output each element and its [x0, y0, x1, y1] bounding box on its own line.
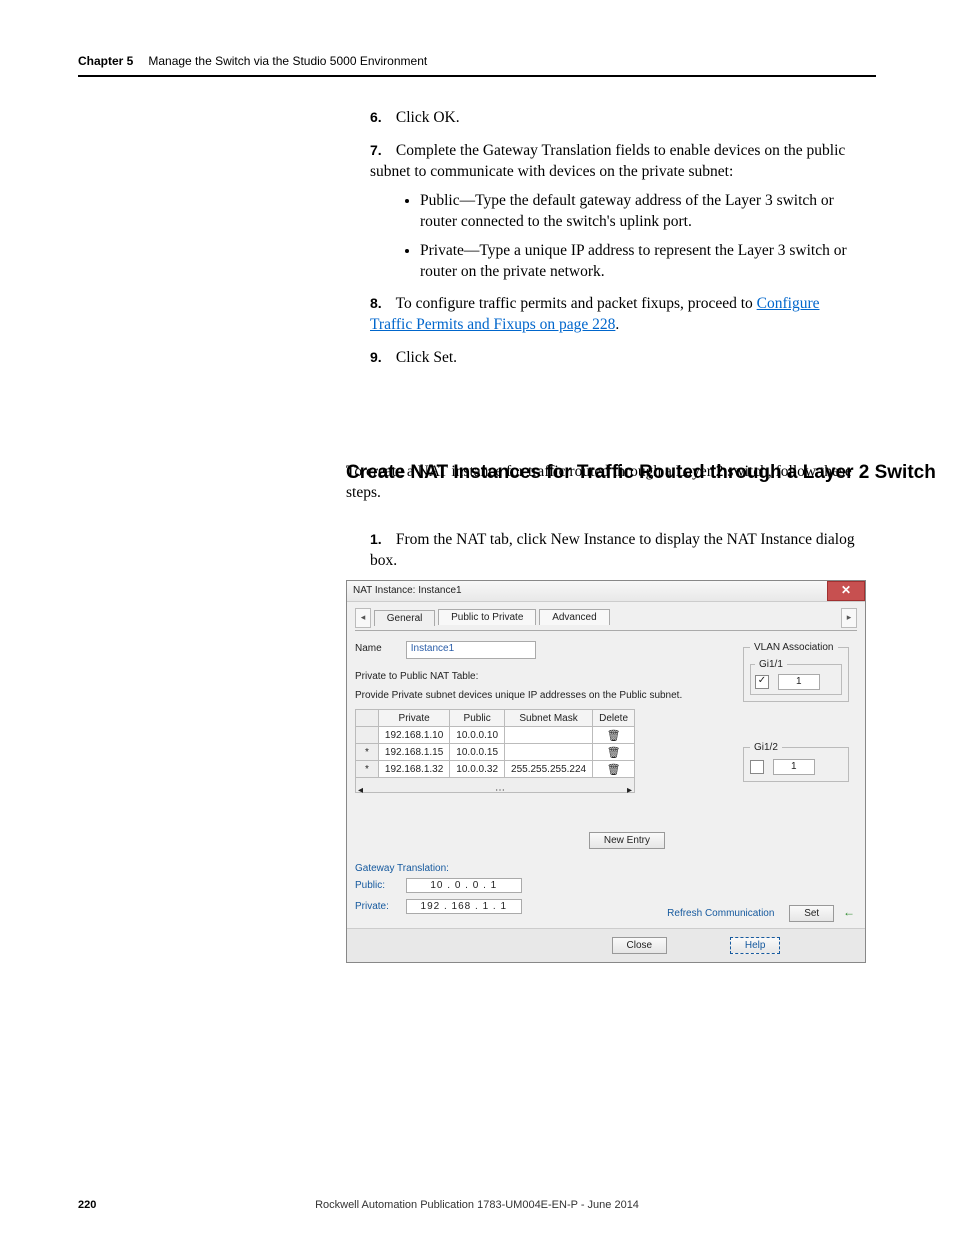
step-number-7: 7. [370, 141, 392, 160]
nat-instance-dialog-screenshot: NAT Instance: Instance1 ✕ ◂ General Publ… [346, 580, 866, 963]
tab-scroll-left[interactable]: ◂ [355, 608, 371, 628]
body-content: 6. Click OK. 7. Complete the Gateway Tra… [370, 108, 864, 381]
gw-public-label: Public: [355, 880, 403, 891]
trash-icon[interactable]: 🗑 [593, 727, 635, 744]
tab-public-to-private[interactable]: Public to Private [438, 609, 536, 625]
step-number-8: 8. [370, 294, 392, 313]
step-text-6: Click OK. [396, 109, 460, 126]
step-number-1: 1. [370, 530, 392, 549]
chapter-label: Chapter 5 [78, 54, 133, 68]
bullet-7a: Public—Type the default gateway address … [420, 191, 864, 233]
step-text-7: Complete the Gateway Translation fields … [370, 142, 845, 180]
table-row[interactable]: * 192.168.1.15 10.0.0.15 🗑 [356, 744, 635, 761]
help-button[interactable]: Help [730, 937, 781, 954]
name-label: Name [355, 643, 403, 654]
col-delete: Delete [593, 710, 635, 727]
new-entry-button[interactable]: New Entry [589, 832, 665, 849]
tab-general[interactable]: General [374, 610, 436, 626]
section-intro: To create a NAT instance for traffic rou… [346, 462, 864, 504]
header-rule [78, 75, 876, 77]
col-public: Public [450, 710, 505, 727]
col-mask: Subnet Mask [505, 710, 593, 727]
step-text-1: From the NAT tab, click New Instance to … [370, 531, 855, 569]
gi11-vlan-value[interactable]: 1 [778, 674, 820, 690]
refresh-communication-link[interactable]: Refresh Communication [667, 908, 774, 919]
gateway-translation-label: Gateway Translation: [355, 863, 857, 874]
gw-private-label: Private: [355, 901, 403, 912]
trash-icon[interactable]: 🗑 [593, 761, 635, 778]
table-row[interactable]: 192.168.1.10 10.0.0.10 🗑 [356, 727, 635, 744]
step-text-9: Click Set. [396, 349, 457, 366]
tab-scroll-right[interactable]: ▸ [841, 608, 857, 628]
col-private: Private [378, 710, 449, 727]
dialog-title: NAT Instance: Instance1 [353, 585, 462, 596]
step-number-6: 6. [370, 108, 392, 127]
vlan-association-group: VLAN Association Gi1/1 ✓ 1 [743, 642, 849, 702]
gi11-legend: Gi1/1 [755, 659, 787, 670]
gi12-vlan-value[interactable]: 1 [773, 759, 815, 775]
gi12-checkbox[interactable] [750, 760, 764, 774]
dialog-titlebar: NAT Instance: Instance1 ✕ [347, 581, 865, 602]
step-text-8a: To configure traffic permits and packet … [396, 295, 757, 312]
table-scrollbar[interactable]: ◂⋯▸ [356, 778, 635, 793]
gi12-legend: Gi1/2 [750, 742, 782, 753]
step-text-8b: . [615, 316, 619, 333]
gw-public-input[interactable]: 10 . 0 . 0 . 1 [406, 878, 522, 893]
name-input[interactable]: Instance1 [406, 641, 536, 659]
close-icon[interactable]: ✕ [827, 581, 865, 601]
vlan-association-legend: VLAN Association [750, 642, 838, 653]
nat-table: Private Public Subnet Mask Delete 192.16… [355, 709, 635, 793]
publication-info: Rockwell Automation Publication 1783-UM0… [78, 1199, 876, 1211]
chapter-title: Manage the Switch via the Studio 5000 En… [148, 54, 427, 68]
table-row[interactable]: * 192.168.1.32 10.0.0.32 255.255.255.224… [356, 761, 635, 778]
gi11-checkbox[interactable]: ✓ [755, 675, 769, 689]
set-button[interactable]: Set [789, 905, 834, 922]
close-button[interactable]: Close [612, 937, 668, 954]
apply-arrow-icon: ← [843, 905, 855, 919]
bullet-7b: Private—Type a unique IP address to repr… [420, 241, 864, 283]
step-number-9: 9. [370, 348, 392, 367]
tab-advanced[interactable]: Advanced [539, 609, 609, 625]
gw-private-input[interactable]: 192 . 168 . 1 . 1 [406, 899, 522, 914]
page-header: Chapter 5 Manage the Switch via the Stud… [78, 54, 876, 77]
trash-icon[interactable]: 🗑 [593, 744, 635, 761]
